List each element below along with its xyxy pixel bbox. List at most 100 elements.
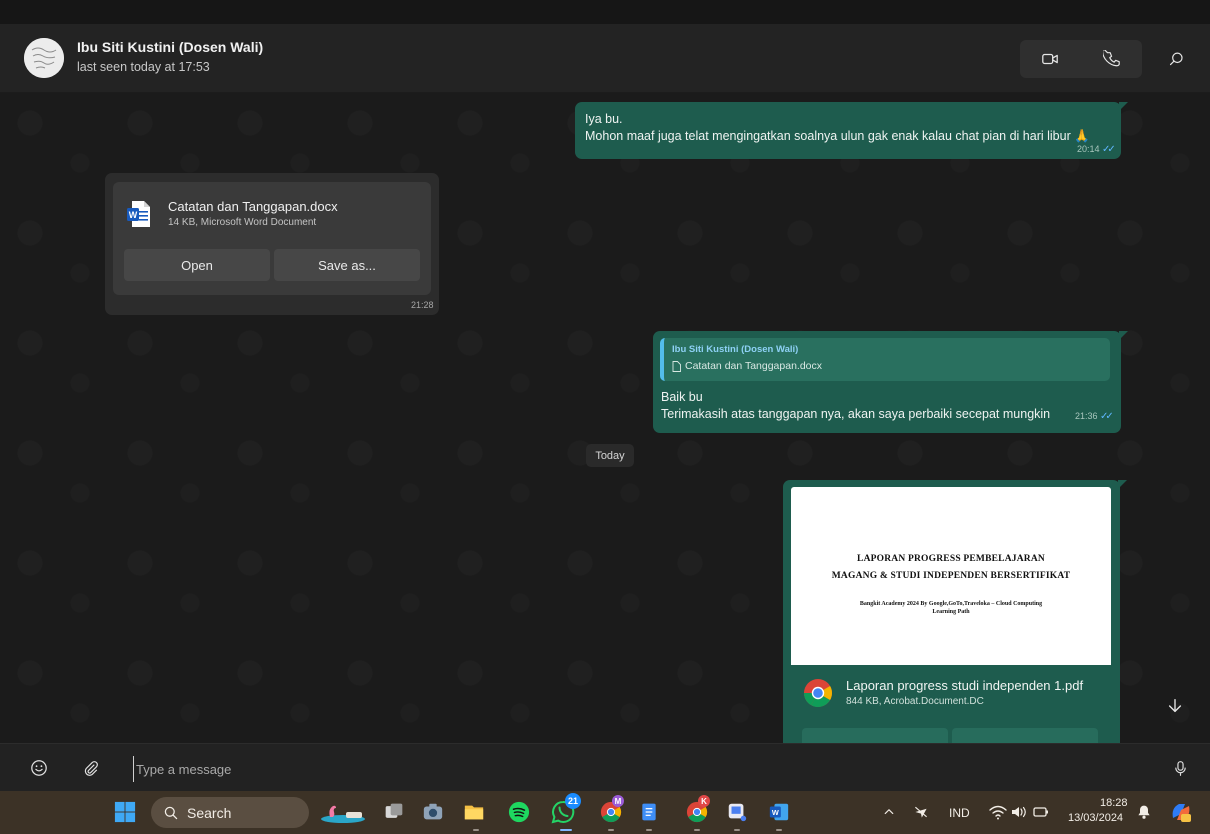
outgoing-pdf-message[interactable]: LAPORAN PROGRESS PEMBELAJARAN MAGANG & S… <box>783 480 1127 743</box>
browser-profile-1-button[interactable]: M <box>598 795 624 825</box>
task-view-icon <box>385 803 403 818</box>
message-text: Mohon maaf juga telat mengingatkan soaln… <box>585 129 1071 143</box>
input-language-indicator[interactable]: IND <box>949 806 970 820</box>
clock-date[interactable]: 13/03/2024 <box>1068 812 1123 824</box>
copilot-icon <box>1172 804 1191 822</box>
svg-text:W: W <box>129 210 138 220</box>
call-button-group <box>1020 40 1142 78</box>
voice-call-icon <box>1103 50 1120 67</box>
bell-icon <box>1138 805 1150 819</box>
pdf-preview-caption: Bangkit Academy 2024 By Google,GoTo,Trav… <box>859 601 1043 615</box>
message-input[interactable] <box>133 756 1098 782</box>
browser-profile-badge: M <box>612 795 624 807</box>
pdf-preview[interactable]: LAPORAN PROGRESS PEMBELAJARAN MAGANG & S… <box>791 487 1111 665</box>
contact-avatar[interactable] <box>24 38 64 78</box>
open-document-button[interactable]: Open <box>124 249 270 281</box>
folder-icon <box>464 805 484 820</box>
spotify-button[interactable] <box>506 799 532 825</box>
attach-button[interactable] <box>80 758 100 778</box>
chevron-up-icon <box>884 809 894 815</box>
running-app-indicator <box>776 829 782 831</box>
snipping-tool-button[interactable] <box>724 799 750 825</box>
file-icon <box>672 360 681 372</box>
voice-message-button[interactable] <box>1170 758 1190 778</box>
arrow-down-icon <box>1168 699 1182 713</box>
pdf-open-button[interactable] <box>802 728 948 743</box>
message-timestamp: 20:14 ✓✓ <box>1077 144 1116 155</box>
pdf-file-meta: 844 KB, Acrobat.Document.DC <box>846 696 984 707</box>
quoted-message[interactable]: Ibu Siti Kustini (Dosen Wali) Catatan da… <box>660 338 1110 381</box>
message-timestamp: 21:36 ✓✓ <box>1075 411 1114 422</box>
search-icon <box>1169 52 1183 65</box>
message-line: Iya bu. <box>585 112 623 126</box>
quoted-file: Catatan dan Tanggapan.docx <box>672 360 822 372</box>
message-line: Baik bu <box>661 390 703 404</box>
flamingo-widget-icon <box>321 805 365 823</box>
whatsapp-unread-badge: 21 <box>565 793 581 809</box>
contact-last-seen: last seen today at 17:53 <box>77 60 210 74</box>
contact-name[interactable]: Ibu Siti Kustini (Dosen Wali) <box>77 39 263 55</box>
camera-app-button[interactable] <box>420 799 446 825</box>
running-app-indicator <box>734 829 740 831</box>
pdf-file-info[interactable]: Laporan progress studi independen 1.pdf … <box>791 665 1111 721</box>
taskbar-search[interactable]: Search <box>151 797 309 828</box>
chrome-icon <box>804 679 832 707</box>
message-composer <box>0 743 1210 792</box>
read-ticks-icon: ✓✓ <box>1102 144 1116 155</box>
notifications-button[interactable] <box>1134 799 1154 825</box>
wifi-volume-battery-icon <box>989 805 1048 820</box>
scroll-to-bottom-button[interactable] <box>1156 687 1194 725</box>
word-icon: W <box>769 803 789 821</box>
outgoing-message[interactable]: Iya bu. Mohon maaf juga telat mengingatk… <box>575 102 1128 159</box>
outgoing-reply-message[interactable]: Ibu Siti Kustini (Dosen Wali) Catatan da… <box>653 331 1128 433</box>
running-app-indicator <box>646 829 652 831</box>
task-view-button[interactable] <box>381 799 407 825</box>
read-ticks-icon: ✓✓ <box>1100 411 1114 422</box>
snipping-tool-icon <box>728 803 747 822</box>
chat-search-button[interactable] <box>1160 40 1192 78</box>
windows-logo-icon <box>114 801 136 823</box>
clock-time[interactable]: 18:28 <box>1100 797 1128 809</box>
camera-icon <box>423 803 443 820</box>
whatsapp-button[interactable]: 21 <box>550 793 581 825</box>
quick-settings-button[interactable] <box>988 799 1052 825</box>
file-explorer-button[interactable] <box>461 799 487 825</box>
voice-call-button[interactable] <box>1082 40 1142 78</box>
running-app-indicator <box>473 829 479 831</box>
quoted-file-name: Catatan dan Tanggapan.docx <box>685 360 823 372</box>
spotify-icon <box>508 801 530 823</box>
widgets-button[interactable] <box>318 799 368 825</box>
browser-profile-2-button[interactable]: K <box>684 795 710 825</box>
save-as-button[interactable]: Save as... <box>274 249 420 281</box>
message-line-with-emoji: Mohon maaf juga telat mengingatkan soaln… <box>585 129 1090 144</box>
video-call-button[interactable] <box>1020 40 1080 78</box>
paperclip-icon <box>84 760 98 776</box>
video-call-icon <box>1042 53 1058 65</box>
pdf-preview-subtitle: MAGANG & STUDI INDEPENDEN BERSERTIFIKAT <box>831 571 1071 581</box>
notepad-icon <box>642 803 656 821</box>
taskbar-search-label: Search <box>187 804 232 821</box>
search-icon <box>164 806 178 819</box>
message-timestamp: 21:28 <box>411 300 434 310</box>
emoji-button[interactable] <box>29 758 49 778</box>
chat-messages-area[interactable]: Iya bu. Mohon maaf juga telat mengingatk… <box>0 93 1210 743</box>
document-card[interactable]: W Catatan dan Tanggapan.docx 14 KB, Micr… <box>113 182 431 295</box>
word-app-button[interactable]: W <box>766 799 792 825</box>
svg-text:W: W <box>772 808 779 817</box>
document-file-meta: 14 KB, Microsoft Word Document <box>168 217 317 228</box>
location-off-button[interactable] <box>911 799 931 825</box>
notepad-button[interactable] <box>636 799 662 825</box>
praying-hands-emoji: 🙏 <box>1074 129 1090 143</box>
running-app-indicator <box>694 829 700 831</box>
start-button[interactable] <box>112 799 138 825</box>
pdf-file-name: Laporan progress studi independen 1.pdf <box>846 678 1084 693</box>
word-document-icon: W <box>127 201 150 227</box>
active-app-indicator <box>560 829 572 831</box>
pdf-preview-title: LAPORAN PROGRESS PEMBELAJARAN <box>857 554 1045 564</box>
copilot-button[interactable] <box>1168 799 1194 825</box>
show-hidden-icons-button[interactable] <box>880 799 898 825</box>
pdf-save-as-button[interactable] <box>952 728 1098 743</box>
message-line: Terimakasih atas tanggapan nya, akan say… <box>661 407 1051 421</box>
pdf-action-row <box>791 728 1111 743</box>
incoming-document-message[interactable]: W Catatan dan Tanggapan.docx 14 KB, Micr… <box>105 173 439 315</box>
